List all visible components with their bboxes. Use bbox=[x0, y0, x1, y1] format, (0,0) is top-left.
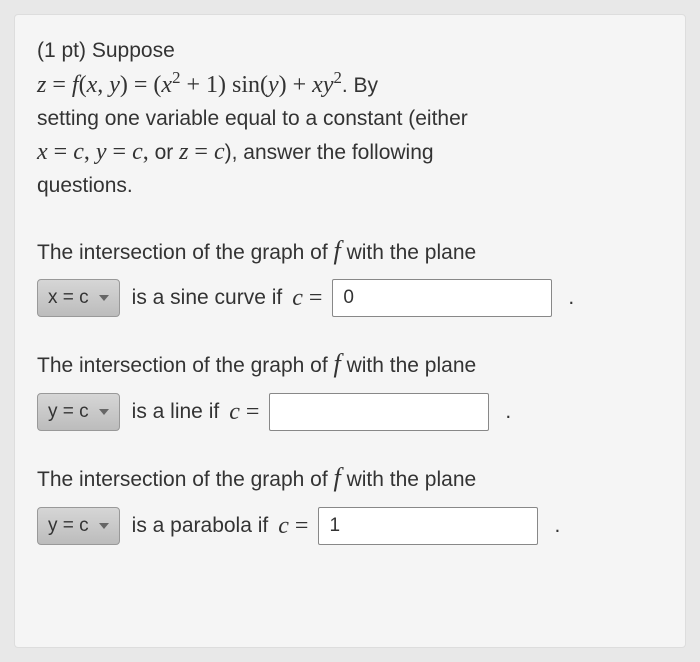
plane-dropdown-2[interactable]: y = c bbox=[37, 393, 120, 431]
c-equals: c = bbox=[229, 393, 259, 431]
chevron-down-icon bbox=[99, 295, 109, 301]
intro-text-a: The intersection of the graph of bbox=[37, 241, 334, 264]
f-symbol: f bbox=[334, 463, 341, 492]
z-equals-c: z = c bbox=[179, 139, 225, 165]
points-prefix: (1 pt) Suppose bbox=[37, 39, 175, 62]
constants-list: x = c, y = c, bbox=[37, 139, 149, 165]
question-1: The intersection of the graph of f with … bbox=[37, 230, 663, 318]
or-text: or bbox=[155, 141, 180, 164]
f-symbol: f bbox=[334, 349, 341, 378]
chevron-down-icon bbox=[99, 409, 109, 415]
question-2: The intersection of the graph of f with … bbox=[37, 343, 663, 431]
intro-text-a: The intersection of the graph of bbox=[37, 354, 334, 377]
plane-dropdown-1[interactable]: x = c bbox=[37, 279, 120, 317]
chevron-down-icon bbox=[99, 523, 109, 529]
dropdown-value: x = c bbox=[48, 283, 89, 313]
dropdown-value: y = c bbox=[48, 397, 89, 427]
answer-input-1[interactable] bbox=[332, 279, 552, 317]
period: . bbox=[505, 395, 511, 429]
question-intro: The intersection of the graph of f with … bbox=[37, 343, 663, 385]
answer-input-3[interactable] bbox=[318, 507, 538, 545]
f-symbol: f bbox=[334, 236, 341, 265]
intro-text-b: with the plane bbox=[341, 241, 476, 264]
question-3: The intersection of the graph of f with … bbox=[37, 457, 663, 545]
condition-text: is a sine curve if bbox=[132, 281, 283, 315]
dropdown-value: y = c bbox=[48, 511, 89, 541]
period: . bbox=[554, 509, 560, 543]
intro-text-b: with the plane bbox=[341, 468, 476, 491]
intro-text-a: The intersection of the graph of bbox=[37, 468, 334, 491]
c-equals: c = bbox=[292, 279, 322, 317]
problem-statement: (1 pt) Suppose z = f(x, y) = (x2 + 1) si… bbox=[37, 35, 663, 202]
period: . bbox=[568, 281, 574, 315]
condition-text: is a parabola if bbox=[132, 509, 269, 543]
problem-line2a: setting one variable equal to a constant… bbox=[37, 107, 468, 130]
main-equation: z = f(x, y) = (x2 + 1) sin(y) + xy2 bbox=[37, 72, 342, 98]
question-intro: The intersection of the graph of f with … bbox=[37, 230, 663, 272]
problem-container: (1 pt) Suppose z = f(x, y) = (x2 + 1) si… bbox=[14, 14, 686, 648]
intro-text-b: with the plane bbox=[341, 354, 476, 377]
problem-line2b: ), answer the following bbox=[225, 141, 434, 164]
plane-dropdown-3[interactable]: y = c bbox=[37, 507, 120, 545]
c-equals: c = bbox=[278, 507, 308, 545]
problem-line3: questions. bbox=[37, 174, 133, 197]
answer-input-2[interactable] bbox=[269, 393, 489, 431]
after-eq: . By bbox=[342, 74, 378, 97]
question-intro: The intersection of the graph of f with … bbox=[37, 457, 663, 499]
condition-text: is a line if bbox=[132, 395, 220, 429]
